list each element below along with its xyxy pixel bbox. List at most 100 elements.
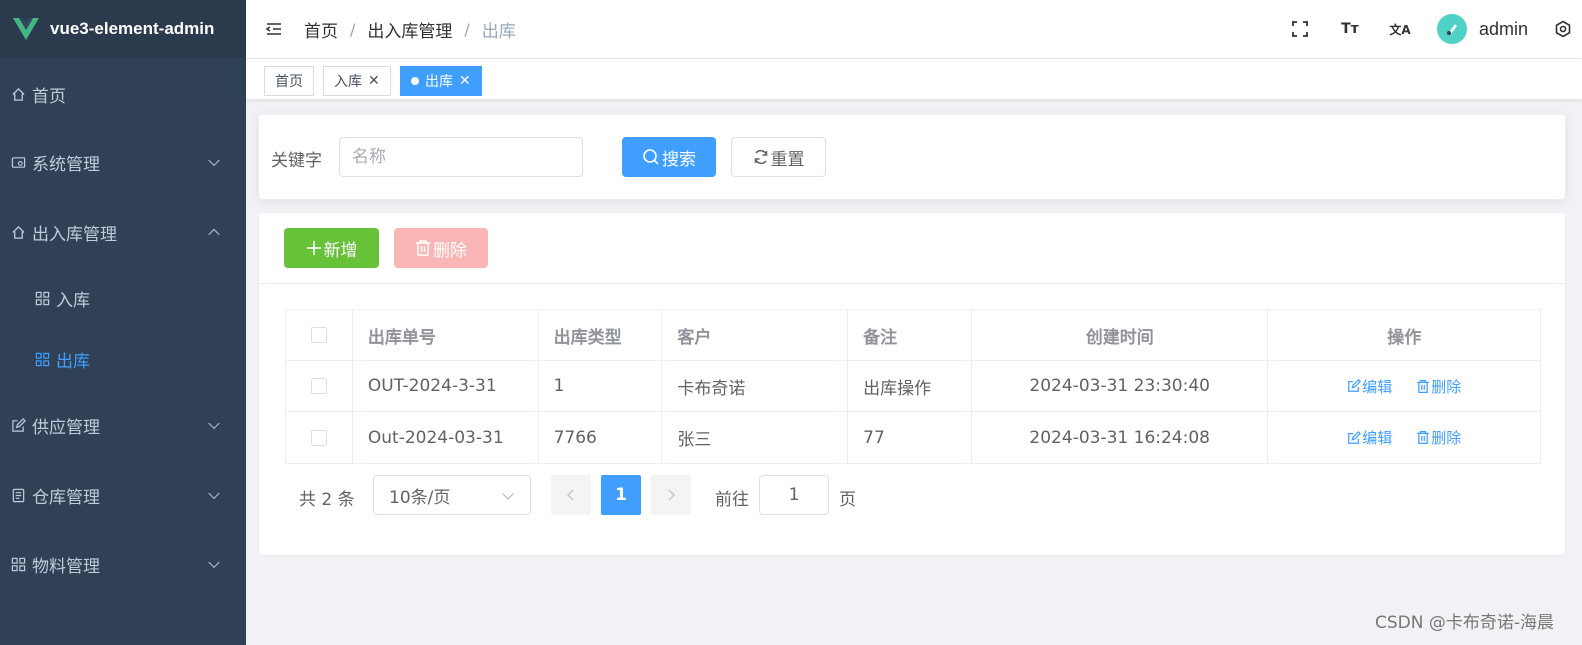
navbar: 首页 / 出入库管理 / 出库 Tт 文A admin (246, 0, 1582, 58)
chevron-down-icon (502, 488, 514, 500)
refresh-icon (753, 149, 769, 165)
row-checkbox[interactable] (310, 378, 327, 394)
avatar[interactable] (1436, 14, 1467, 44)
breadcrumb-home[interactable]: 首页 (304, 17, 338, 42)
cell-customer: 卡布奇诺 (662, 361, 849, 411)
data-table: 出库单号 出库类型 客户 备注 创建时间 操作 OUT-2024-3-31 1 … (285, 309, 1541, 464)
chevron-down-icon (208, 487, 220, 500)
row-checkbox[interactable] (310, 429, 327, 446)
grid-icon (10, 556, 26, 572)
column-header: 备注 (848, 310, 972, 360)
goto-label: 前往 (715, 490, 749, 510)
plus-icon (306, 240, 322, 256)
home-icon (10, 224, 26, 240)
cell-code: OUT-2024-3-31 (353, 361, 539, 411)
document-icon (10, 487, 26, 503)
close-icon[interactable]: ✕ (459, 73, 471, 89)
table-panel: 新增 删除 出库单号 出库类型 客户 备注 创建时间 操作 OUT-2024-3… (258, 212, 1566, 556)
column-header: 出库类型 (539, 310, 663, 360)
chevron-down-icon (208, 556, 220, 569)
logo[interactable]: vue3-element-admin (0, 0, 246, 58)
tag-outbound[interactable]: 出库 ✕ (400, 66, 482, 96)
add-button[interactable]: 新增 (284, 228, 379, 268)
sidebar-item-label: 供应管理 (32, 417, 100, 438)
table-row: OUT-2024-3-31 1 卡布奇诺 出库操作 2024-03-31 23:… (286, 361, 1540, 412)
tag-inbound[interactable]: 入库 ✕ (323, 66, 391, 96)
keyword-label: 关键字 (271, 151, 322, 171)
sidebar-item-label: 首页 (32, 86, 66, 107)
delete-link[interactable]: 删除 (1416, 427, 1461, 448)
system-icon (10, 154, 26, 170)
search-button[interactable]: 搜索 (622, 137, 716, 177)
trash-icon (1417, 379, 1430, 393)
sidebar-item-inout[interactable]: 出入库管理 (0, 204, 246, 260)
reset-button[interactable]: 重置 (731, 137, 826, 177)
sidebar-item-home[interactable]: 首页 (0, 66, 246, 122)
cell-code: Out-2024-03-31 (353, 412, 539, 463)
hamburger-icon[interactable] (264, 19, 284, 39)
prev-page-button[interactable] (551, 475, 591, 515)
cell-type: 1 (539, 361, 663, 411)
sidebar-item-label: 仓库管理 (32, 487, 100, 508)
table-header: 出库单号 出库类型 客户 备注 创建时间 操作 (286, 310, 1540, 361)
divider (259, 283, 1565, 284)
page-size-select[interactable]: 10条/页 (373, 475, 531, 515)
chevron-down-icon (208, 154, 220, 167)
home-icon (10, 86, 26, 102)
search-panel: 关键字 搜索 重置 (258, 114, 1566, 200)
header-actions: Tт 文A admin (1275, 0, 1582, 58)
edit-link[interactable]: 编辑 (1347, 427, 1392, 448)
grid-icon (34, 351, 50, 367)
font-size-icon[interactable]: Tт (1339, 18, 1361, 40)
sidebar-item-inbound[interactable]: 入库 (0, 270, 246, 326)
app-title: vue3-element-admin (50, 19, 215, 38)
breadcrumb-inout[interactable]: 出入库管理 (367, 17, 452, 42)
cell-customer: 张三 (662, 412, 849, 463)
sidebar-item-label: 入库 (56, 290, 90, 311)
cell-remark: 出库操作 (848, 361, 972, 411)
sidebar-item-warehouse[interactable]: 仓库管理 (0, 467, 246, 523)
chevron-down-icon (208, 417, 220, 430)
vue-logo-icon (13, 18, 39, 40)
edit-link[interactable]: 编辑 (1347, 376, 1392, 397)
select-all-checkbox[interactable] (310, 327, 327, 343)
settings-icon[interactable] (1552, 18, 1574, 40)
sidebar-item-label: 系统管理 (32, 154, 100, 175)
active-dot-icon (411, 77, 419, 85)
cell-created: 2024-03-31 23:30:40 (972, 361, 1269, 411)
cell-remark: 77 (848, 412, 972, 463)
chevron-left-icon (567, 489, 574, 501)
next-page-button[interactable] (651, 475, 691, 515)
edit-icon (1348, 379, 1362, 392)
sidebar-item-material[interactable]: 物料管理 (0, 536, 246, 592)
username[interactable]: admin (1479, 19, 1528, 40)
sidebar-item-label: 出库 (56, 351, 90, 372)
pagination-total: 共 2 条 (299, 490, 355, 510)
sidebar: vue3-element-admin 首页 系统管理 出入库管理 入库 出库 供… (0, 0, 246, 645)
close-icon[interactable]: ✕ (368, 73, 380, 89)
pagination: 共 2 条 10条/页 1 前往 1 页 (285, 475, 1085, 515)
goto-page-input[interactable]: 1 (759, 475, 829, 515)
breadcrumb-current: 出库 (481, 21, 516, 42)
tag-home[interactable]: 首页 (264, 66, 314, 96)
tags-view: 首页 入库 ✕ 出库 ✕ (246, 58, 1582, 100)
keyword-input[interactable] (339, 137, 583, 177)
edit-icon (10, 417, 26, 433)
chevron-right-icon (668, 489, 675, 501)
language-icon[interactable]: 文A (1389, 18, 1411, 40)
page-suffix: 页 (839, 490, 856, 510)
grid-icon (34, 290, 50, 306)
sidebar-item-supply[interactable]: 供应管理 (0, 397, 246, 453)
delete-link[interactable]: 删除 (1416, 376, 1461, 397)
delete-button[interactable]: 删除 (394, 228, 488, 268)
sidebar-item-label: 物料管理 (32, 556, 100, 577)
fullscreen-icon[interactable] (1289, 18, 1311, 40)
column-header: 创建时间 (972, 310, 1269, 360)
sidebar-item-outbound[interactable]: 出库 (0, 331, 246, 387)
page-number-current[interactable]: 1 (601, 475, 641, 515)
chevron-up-icon (208, 228, 220, 241)
sidebar-item-system[interactable]: 系统管理 (0, 134, 246, 190)
table-row: Out-2024-03-31 7766 张三 77 2024-03-31 16:… (286, 412, 1540, 463)
sidebar-item-label: 出入库管理 (32, 224, 117, 245)
column-header: 出库单号 (353, 310, 539, 360)
